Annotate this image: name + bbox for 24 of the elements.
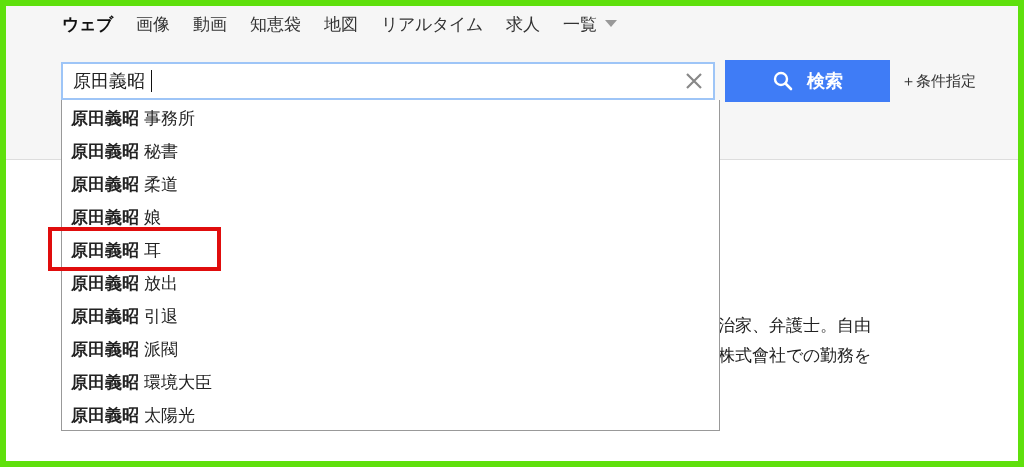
suggestion-item[interactable]: 原田義昭 太陽光 [62,399,719,432]
nav-tab[interactable]: 一覧 [563,12,617,36]
suggestion-item[interactable]: 原田義昭 派閥 [62,333,719,366]
nav-tab[interactable]: 動画 [193,12,227,36]
close-icon[interactable] [685,72,703,90]
nav-tab[interactable]: ウェブ [62,12,113,36]
nav-tab[interactable]: 求人 [506,12,540,36]
suggestion-item[interactable]: 原田義昭 放出 [62,267,719,300]
search-options-link[interactable]: ＋条件指定 [901,71,976,91]
suggestion-item[interactable]: 原田義昭 秘書 [62,135,719,168]
nav-tab[interactable]: 画像 [136,12,170,36]
suggestion-item[interactable]: 原田義昭 事務所 [62,102,719,135]
suggestion-item[interactable]: 原田義昭 耳 [62,234,719,267]
suggestion-item[interactable]: 原田義昭 環境大臣 [62,366,719,399]
nav-tab[interactable]: 地図 [324,12,358,36]
caret-icon [605,20,617,28]
search-field[interactable]: 原田義昭 [61,62,715,100]
search-icon [772,71,793,91]
nav-tab[interactable]: リアルタイム [381,12,483,36]
suggestion-item[interactable]: 原田義昭 引退 [62,300,719,333]
suggestion-item[interactable]: 原田義昭 柔道 [62,168,719,201]
search-button[interactable]: 検索 [725,60,890,102]
suggestion-item[interactable]: 原田義昭 娘 [62,201,719,234]
nav-tab[interactable]: 知恵袋 [250,12,301,36]
